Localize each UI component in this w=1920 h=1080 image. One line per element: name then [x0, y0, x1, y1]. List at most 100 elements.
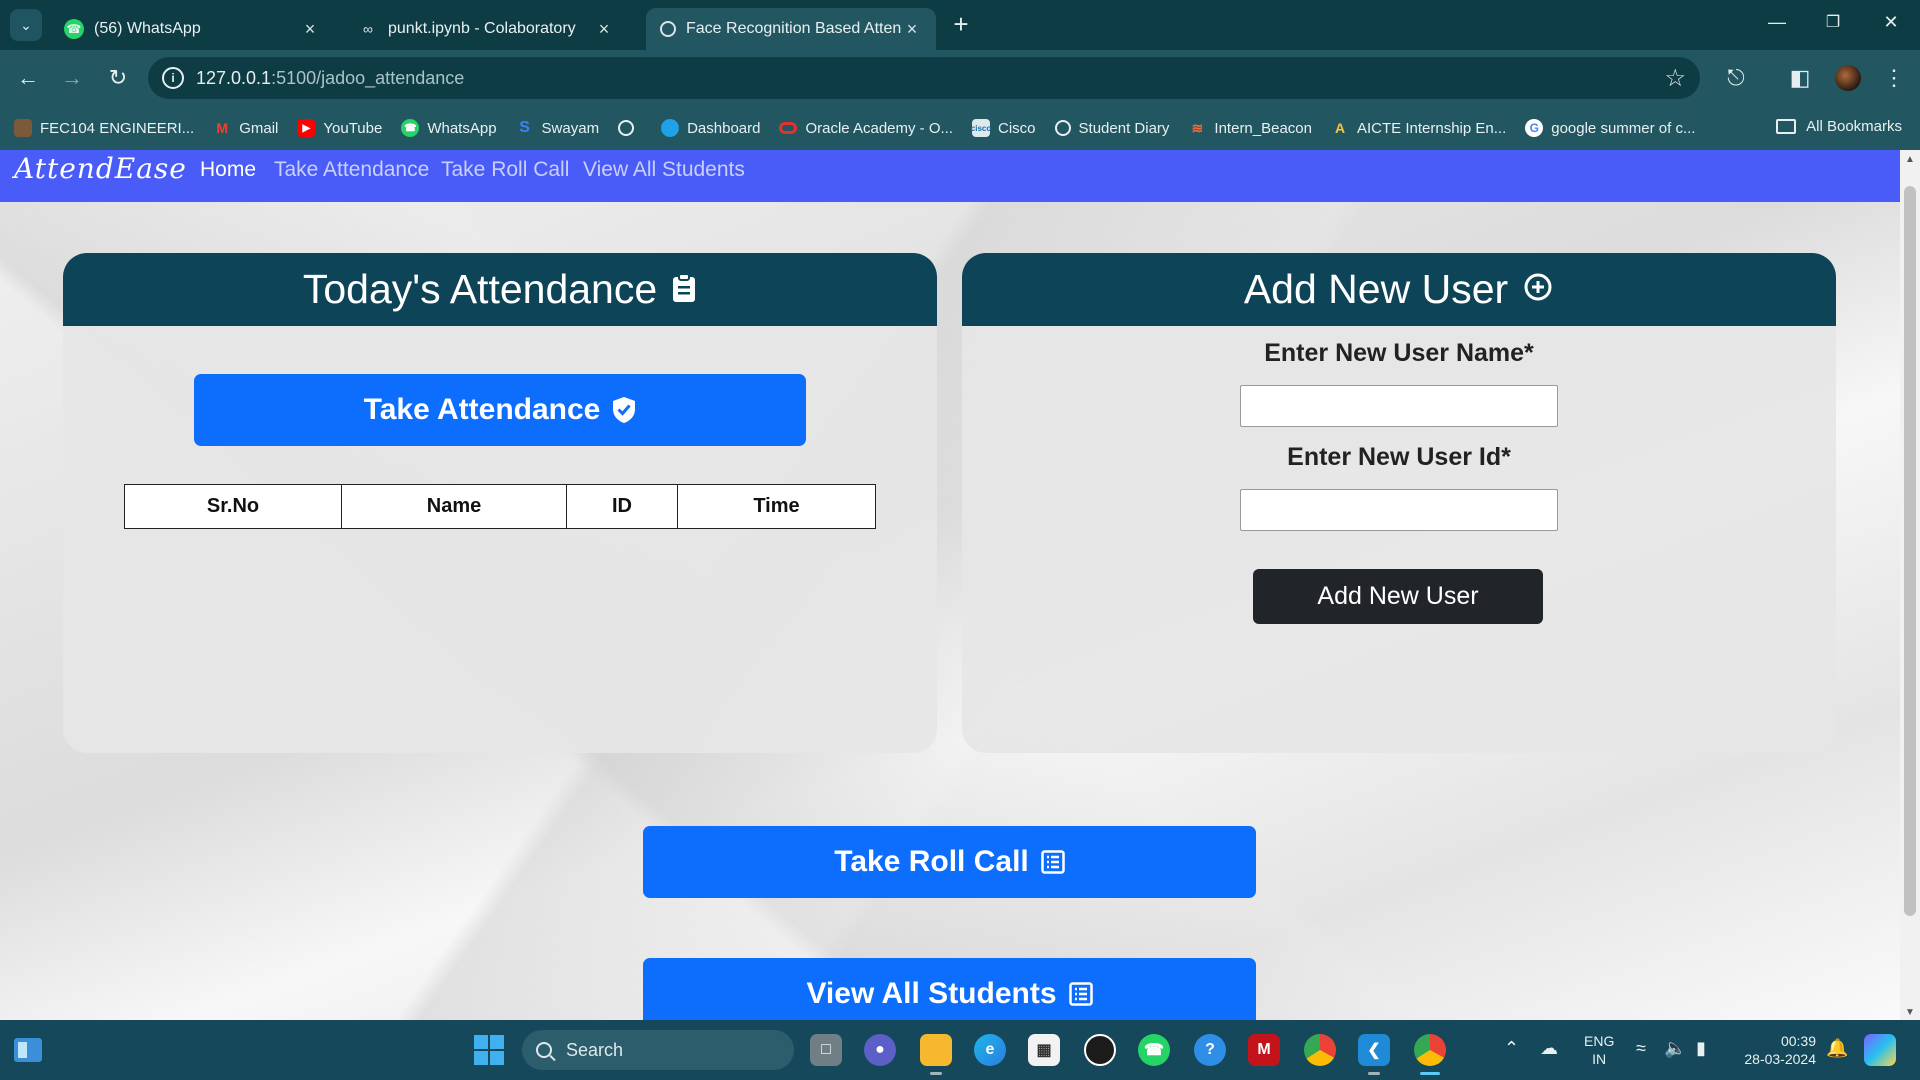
tab-colab[interactable]: ∞ punkt.ipynb - Colaboratory × — [344, 8, 628, 50]
side-panel-icon[interactable]: ◧ — [1786, 64, 1814, 92]
cisco-icon: cisco — [971, 119, 991, 137]
take-attendance-button[interactable]: Take Attendance — [194, 374, 806, 446]
google-icon: G — [1525, 119, 1544, 137]
attendance-card-title: Today's Attendance — [302, 266, 658, 312]
page-viewport: AttendEase Home Take Attendance Take Rol… — [0, 150, 1900, 1020]
copilot-icon[interactable] — [1864, 1034, 1896, 1066]
store-icon[interactable]: ▦ — [1028, 1034, 1060, 1066]
bookmark-cisco[interactable]: cisco Cisco — [971, 119, 1036, 137]
widgets-icon[interactable] — [14, 1038, 42, 1062]
notification-bell-icon[interactable]: 🔔 — [1826, 1038, 1848, 1059]
close-icon[interactable]: × — [594, 19, 614, 40]
attendance-table: Sr.No Name ID Time — [124, 484, 876, 529]
meet-icon[interactable]: ● — [864, 1034, 896, 1066]
user-id-input[interactable] — [1240, 489, 1558, 531]
bookmark-oracle[interactable]: Oracle Academy - O... — [779, 120, 953, 137]
forward-arrow-icon[interactable]: → — [56, 62, 88, 94]
col-id: ID — [566, 484, 678, 529]
bookmark-student-diary[interactable]: Student Diary — [1054, 120, 1169, 137]
help-icon[interactable]: ? — [1194, 1034, 1226, 1066]
tab-face-recognition[interactable]: Face Recognition Based Attenda × — [646, 8, 936, 50]
url-text: 127.0.0.1:5100/jadoo_attendance — [196, 68, 465, 88]
bookmark-gmail[interactable]: M Gmail — [213, 119, 278, 137]
volume-muted-icon[interactable]: 🔈 — [1664, 1038, 1686, 1059]
all-bookmarks[interactable]: All Bookmarks — [1776, 118, 1902, 135]
whatsapp-icon[interactable]: ☎ — [1138, 1034, 1170, 1066]
bookmark-dashboard[interactable]: Dashboard — [661, 119, 760, 137]
close-icon[interactable]: × — [902, 19, 922, 40]
back-arrow-icon[interactable]: ← — [12, 62, 44, 94]
page-scrollbar[interactable]: ▲ ▼ — [1900, 150, 1920, 1020]
bookmark-youtube[interactable]: ▶ YouTube — [297, 119, 382, 137]
attendance-card: Today's Attendance Take Attendance Sr.No… — [63, 253, 937, 753]
menu-kebab-icon[interactable]: ⋮ — [1880, 64, 1908, 92]
nav-take-roll-call[interactable]: Take Roll Call — [441, 158, 569, 182]
vscode-icon[interactable]: ❮ — [1358, 1034, 1390, 1066]
bookmark-google-summer[interactable]: Ggoogle summer of c... — [1525, 119, 1695, 137]
close-icon[interactable]: × — [300, 19, 320, 40]
take-roll-call-button[interactable]: Take Roll Call — [643, 826, 1256, 898]
bookmark-whatsapp[interactable]: ☎ WhatsApp — [401, 119, 497, 137]
chrome-profile-icon[interactable] — [1414, 1034, 1446, 1066]
system-clock[interactable]: 00:39 28-03-2024 — [1734, 1032, 1816, 1068]
window-close-icon[interactable]: ✕ — [1876, 12, 1906, 33]
bookmark-globe[interactable] — [618, 120, 642, 136]
edge-icon[interactable]: e — [974, 1034, 1006, 1066]
whatsapp-icon: ☎ — [401, 119, 420, 137]
nav-home[interactable]: Home — [200, 158, 256, 182]
new-tab-button[interactable]: + — [948, 11, 974, 38]
scroll-up-icon[interactable]: ▲ — [1904, 154, 1916, 165]
bookmark-swayam[interactable]: S Swayam — [516, 119, 599, 137]
swayam-icon: S — [519, 119, 530, 136]
tab-search-chevron-icon[interactable]: ⌄ — [10, 9, 42, 41]
site-info-icon[interactable]: i — [162, 67, 184, 89]
address-bar[interactable]: i 127.0.0.1:5100/jadoo_attendance ☆ — [148, 57, 1700, 99]
list-icon — [1068, 982, 1093, 1006]
file-explorer-icon[interactable] — [920, 1034, 952, 1066]
gmail-icon: M — [216, 120, 229, 136]
browser-tab-strip: ⌄ ☎ (56) WhatsApp × ∞ punkt.ipynb - Cola… — [0, 0, 1920, 50]
task-view-icon[interactable]: □ — [810, 1034, 842, 1066]
input-language[interactable]: ENG IN — [1584, 1032, 1614, 1068]
app-navbar: AttendEase Home Take Attendance Take Rol… — [0, 150, 1900, 202]
onedrive-icon[interactable]: ☁ — [1540, 1038, 1558, 1059]
restore-icon[interactable]: ❐ — [1818, 12, 1848, 32]
tab-whatsapp[interactable]: ☎ (56) WhatsApp × — [50, 8, 334, 50]
user-name-label: Enter New User Name* — [1264, 339, 1534, 367]
github-icon[interactable] — [1084, 1034, 1116, 1066]
col-name: Name — [341, 484, 567, 529]
folder-icon — [1776, 119, 1797, 134]
tab-title: Face Recognition Based Attenda — [686, 20, 902, 37]
tab-title: (56) WhatsApp — [94, 20, 201, 37]
profile-avatar[interactable] — [1835, 65, 1861, 91]
add-new-user-button[interactable]: Add New User — [1253, 569, 1543, 624]
bookmark-aicte[interactable]: A AICTE Internship En... — [1331, 119, 1506, 137]
minimize-icon[interactable]: — — [1762, 12, 1792, 33]
windows-start-icon[interactable] — [474, 1035, 504, 1065]
table-header-row: Sr.No Name ID Time — [124, 484, 876, 529]
reload-icon[interactable]: ↻ — [102, 62, 134, 94]
extensions-icon[interactable]: ⎋ — [1722, 64, 1750, 92]
plus-circle-icon — [1522, 266, 1554, 313]
scrollbar-thumb[interactable] — [1904, 186, 1916, 916]
taskbar-search[interactable]: Search — [522, 1030, 794, 1070]
attendance-card-header: Today's Attendance — [63, 253, 937, 326]
bookmark-intern-beacon[interactable]: ≋ Intern_Beacon — [1188, 119, 1312, 137]
brand-logo[interactable]: AttendEase — [14, 152, 187, 185]
beacon-icon: ≋ — [1191, 119, 1204, 136]
nav-view-all-students[interactable]: View All Students — [583, 158, 745, 182]
user-id-label: Enter New User Id* — [1287, 443, 1511, 471]
scroll-down-icon[interactable]: ▼ — [1904, 1007, 1916, 1018]
view-all-students-button[interactable]: View All Students — [643, 958, 1256, 1020]
tray-overflow-chevron-icon[interactable]: ⌃ — [1504, 1038, 1519, 1059]
add-user-card: Add New User Enter New User Name* Enter … — [962, 253, 1836, 753]
bookmark-star-icon[interactable]: ☆ — [1664, 64, 1686, 93]
bookmark-fec104[interactable]: FEC104 ENGINEERI... — [14, 119, 194, 137]
mcafee-icon[interactable]: M — [1248, 1034, 1280, 1066]
battery-icon[interactable]: ▮ — [1696, 1038, 1706, 1059]
add-user-card-title: Add New User — [1243, 266, 1509, 312]
user-name-input[interactable] — [1240, 385, 1558, 427]
chrome-icon[interactable] — [1304, 1034, 1336, 1066]
nav-take-attendance[interactable]: Take Attendance — [274, 158, 429, 182]
wifi-icon[interactable]: ≈ — [1636, 1038, 1646, 1059]
